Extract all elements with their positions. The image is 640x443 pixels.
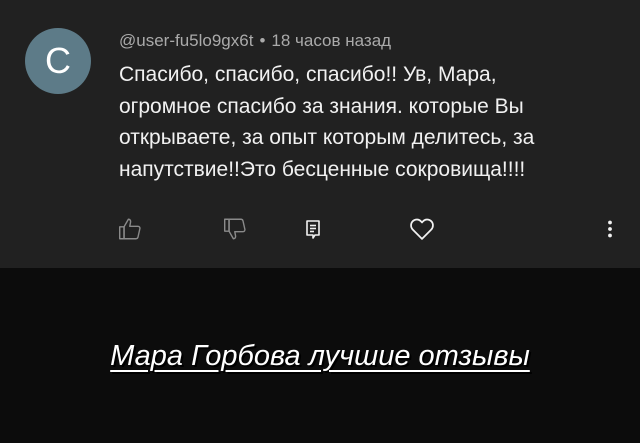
more-vertical-icon: [608, 220, 612, 238]
comment-card: C @user-fu5lo9gx6t • 18 часов назад Спасиб…: [0, 0, 640, 268]
comment-text-line: Спасибо, спасибо, спасибо!! Ув, Мара,: [119, 63, 497, 86]
author-handle[interactable]: @user-fu5lo9gx6t: [119, 31, 253, 50]
reply-button[interactable]: [296, 212, 330, 246]
comment-text-line: открываете, за опыт которым делитесь, за: [119, 126, 535, 149]
meta-separator: •: [259, 31, 266, 50]
heart-icon: [410, 218, 434, 240]
comment-text-line: огромное спасибо за знания. которые Вы: [119, 94, 524, 118]
comment-text: Спасибо, спасибо, спасибо!! Ув, Мара, ог…: [119, 59, 599, 185]
like-button[interactable]: [113, 212, 147, 246]
more-options-button[interactable]: [593, 212, 627, 246]
reply-icon: [306, 220, 320, 239]
avatar-letter: C: [45, 40, 71, 81]
footer-banner: Мара Горбова лучшие отзывы: [0, 268, 640, 443]
heart-button[interactable]: [405, 212, 439, 246]
comment-text-line: напутствие!!Это бесценные сокровища!!!!: [119, 157, 526, 181]
comment-meta: @user-fu5lo9gx6t • 18 часов назад: [119, 31, 391, 51]
thumbs-up-icon: [119, 218, 141, 240]
avatar[interactable]: C: [25, 28, 91, 94]
footer-title-link[interactable]: Мара Горбова лучшие отзывы: [0, 337, 640, 375]
dislike-button[interactable]: [218, 212, 252, 246]
thumbs-down-icon: [224, 218, 246, 240]
comment-timestamp[interactable]: 18 часов назад: [271, 31, 391, 50]
